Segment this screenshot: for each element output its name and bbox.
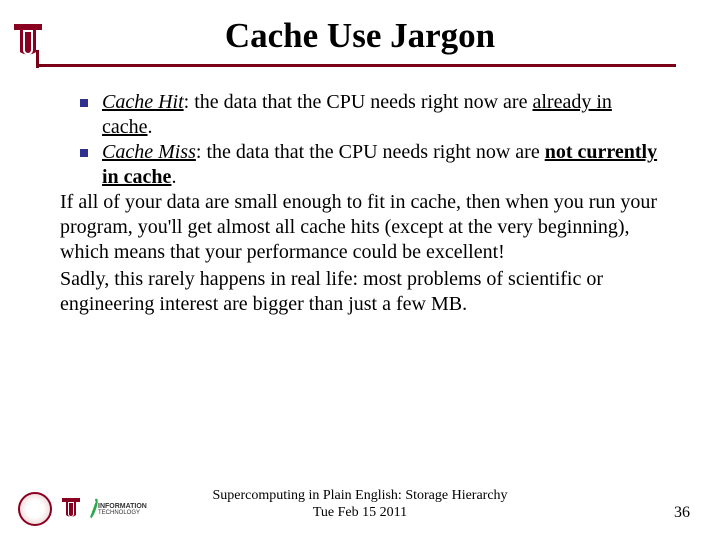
text-after: . <box>148 116 153 138</box>
bullet-text: Cache Hit: the data that the CPU needs r… <box>102 90 660 140</box>
page-number: 36 <box>674 504 690 522</box>
slide-title: Cache Use Jargon <box>0 16 720 56</box>
bullet-text: Cache Miss: the data that the CPU needs … <box>102 140 660 190</box>
sep: : <box>196 141 207 163</box>
footer-text: Supercomputing in Plain English: Storage… <box>0 488 720 522</box>
bullet-item: Cache Hit: the data that the CPU needs r… <box>80 90 660 140</box>
sep: : <box>184 91 195 113</box>
paragraph: Sadly, this rarely happens in real life:… <box>60 267 660 317</box>
term: Cache Hit <box>102 91 184 113</box>
paragraph: If all of your data are small enough to … <box>60 190 660 265</box>
text-before: the data that the CPU needs right now ar… <box>194 91 532 113</box>
footer-line1: Supercomputing in Plain English: Storage… <box>0 488 720 505</box>
text-after: . <box>171 166 176 188</box>
text-before: the data that the CPU needs right now ar… <box>206 141 544 163</box>
bullet-icon <box>80 149 88 157</box>
bullet-item: Cache Miss: the data that the CPU needs … <box>80 140 660 190</box>
slide: Cache Use Jargon Cache Hit: the data tha… <box>0 0 720 540</box>
rule-horizontal <box>36 64 676 67</box>
slide-body: Cache Hit: the data that the CPU needs r… <box>60 90 660 317</box>
footer-line2: Tue Feb 15 2011 <box>0 505 720 522</box>
bullet-icon <box>80 99 88 107</box>
term: Cache Miss <box>102 141 196 163</box>
